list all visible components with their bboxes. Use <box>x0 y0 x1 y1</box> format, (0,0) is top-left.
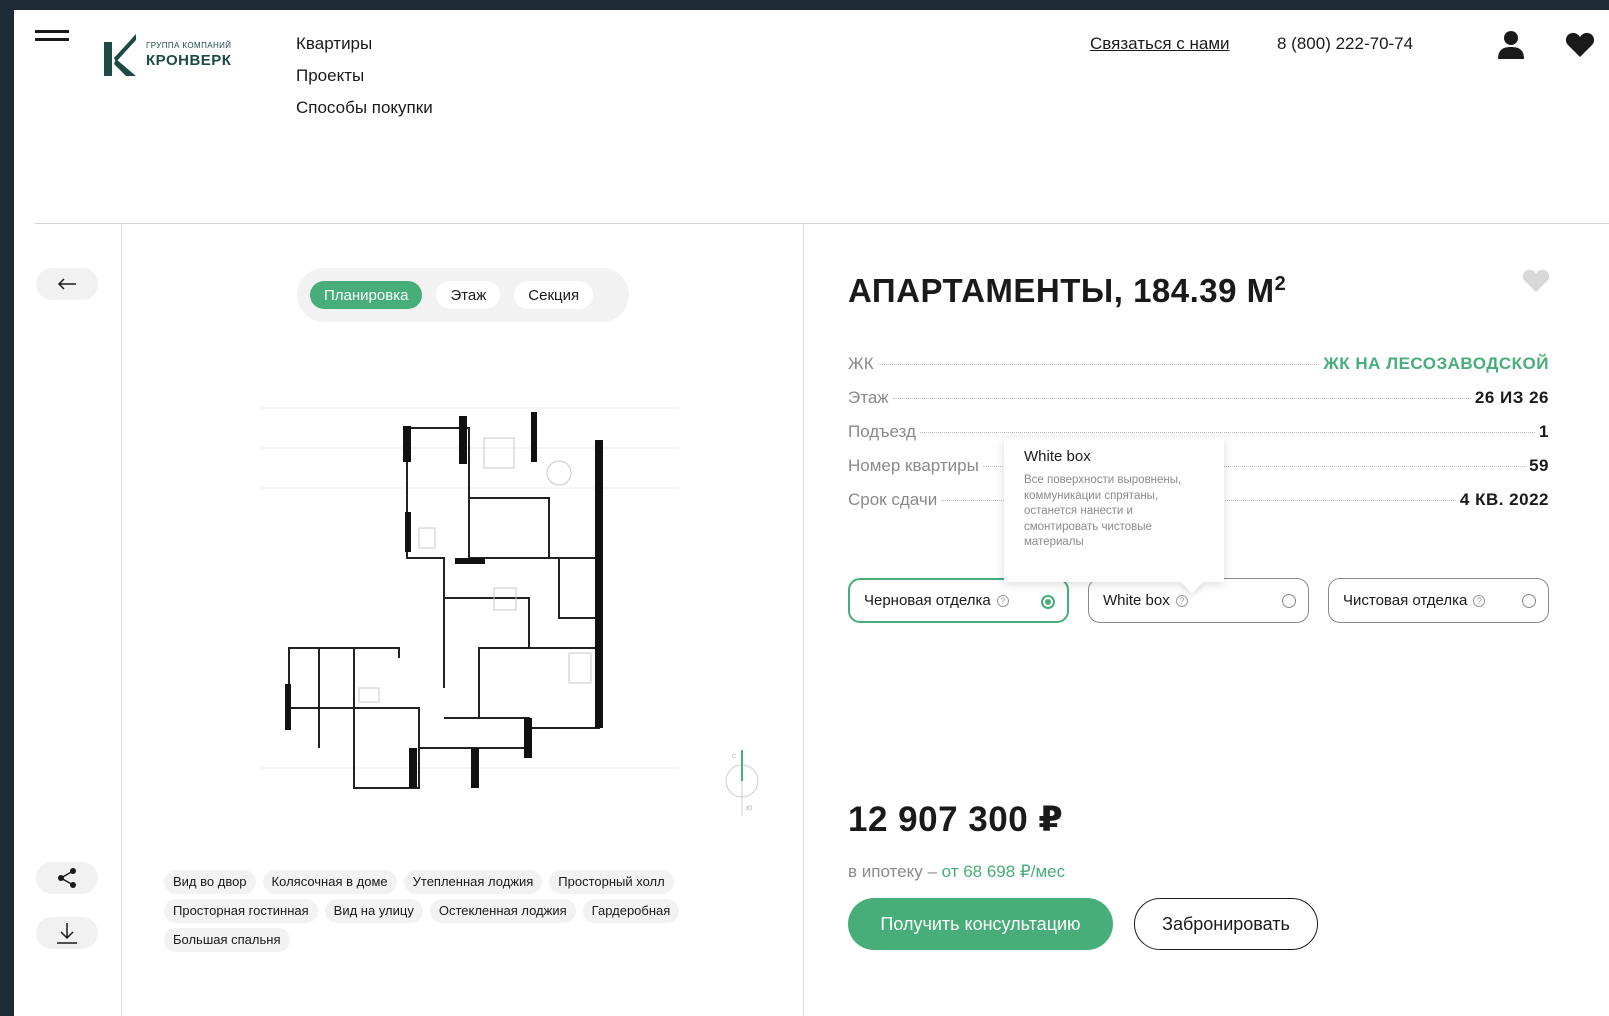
rail-divider <box>121 224 122 1016</box>
property-label: Номер квартиры <box>848 456 979 475</box>
compass-icon: С Ю <box>725 750 759 816</box>
property-label: Этаж <box>848 388 889 407</box>
arrow-left-icon <box>57 278 76 290</box>
finish-options: Черновая отделка ? White box ? Чистовая … <box>848 578 1568 623</box>
tag: Просторный холл <box>549 870 674 894</box>
tooltip-title: White box <box>1024 448 1091 465</box>
logo-title: КРОНВЕРК <box>146 52 232 69</box>
share-icon <box>58 868 76 888</box>
phone-number[interactable]: 8 (800) 222-70-74 <box>1277 34 1413 54</box>
app-window: ГРУППА КОМПАНИЙ КРОНВЕРК Квартиры Проект… <box>14 10 1609 1016</box>
property-label: ЖК <box>848 354 874 373</box>
apartment-title-text: АПАРТАМЕНТЫ, 184.39 М <box>848 272 1275 309</box>
property-label: Срок сдачи <box>848 490 938 509</box>
center-divider <box>803 224 804 1016</box>
tag: Гардеробная <box>582 899 680 923</box>
logo-subtitle: ГРУППА КОМПАНИЙ <box>146 41 232 50</box>
main-nav: Квартиры Проекты Способы покупки <box>296 34 433 130</box>
tab-layout[interactable]: Планировка <box>310 281 423 309</box>
svg-text:С: С <box>732 753 736 760</box>
mortgage-prefix: в ипотеку – <box>848 862 942 881</box>
finish-option-rough[interactable]: Черновая отделка ? <box>848 578 1069 623</box>
tab-section[interactable]: Секция <box>514 281 594 309</box>
tooltip-text: Все поверхности выровнены, коммуникации … <box>1024 474 1182 548</box>
property-label: Подъезд <box>848 422 916 441</box>
tag: Колясочная в доме <box>262 870 397 894</box>
tag: Просторная гостинная <box>164 899 318 923</box>
finish-label: Чистовая отделка <box>1343 592 1468 609</box>
book-button[interactable]: Забронировать <box>1134 898 1318 950</box>
mortgage-amount[interactable]: от 68 698 ₽/мес <box>942 862 1066 881</box>
property-value: 26 ИЗ 26 <box>1474 388 1549 407</box>
help-icon[interactable]: ? <box>996 594 1009 607</box>
property-value: 4 КВ. 2022 <box>1459 490 1549 509</box>
plan-view-tabs: Планировка Этаж Секция <box>297 268 629 322</box>
radio-icon[interactable] <box>1522 594 1536 608</box>
finish-label: Черновая отделка <box>864 592 991 609</box>
apartment-title-sup: 2 <box>1274 273 1287 295</box>
contact-link[interactable]: Связаться с нами <box>1090 34 1230 54</box>
finish-label: White box <box>1103 592 1170 609</box>
nav-item-projects[interactable]: Проекты <box>296 66 433 86</box>
radio-selected-icon[interactable] <box>1041 595 1055 609</box>
price: 12 907 300 ₽ <box>848 800 1064 839</box>
download-button[interactable] <box>36 917 98 949</box>
share-button[interactable] <box>36 862 98 894</box>
property-value: 1 <box>1539 422 1549 441</box>
mortgage-info: в ипотеку – от 68 698 ₽/мес <box>848 862 1065 882</box>
consultation-button[interactable]: Получить консультацию <box>848 898 1113 950</box>
nav-item-apartments[interactable]: Квартиры <box>296 34 433 54</box>
floor-plan-image <box>259 407 679 789</box>
menu-burger-icon[interactable] <box>35 30 69 44</box>
company-logo[interactable]: ГРУППА КОМПАНИЙ КРОНВЕРК <box>102 32 231 78</box>
property-row: ЖК ЖК НА ЛЕСОЗАВОДСКОЙ <box>848 354 1549 388</box>
download-icon <box>57 923 77 944</box>
add-favorite-heart-icon[interactable] <box>1522 268 1550 294</box>
radio-icon[interactable] <box>1282 594 1296 608</box>
tab-floor[interactable]: Этаж <box>436 281 501 309</box>
help-icon[interactable]: ? <box>1175 594 1188 607</box>
logo-k-icon <box>104 34 136 76</box>
user-icon[interactable] <box>1497 30 1525 60</box>
nav-item-purchase-methods[interactable]: Способы покупки <box>296 98 433 118</box>
apartment-title: АПАРТАМЕНТЫ, 184.39 М2 <box>848 272 1286 310</box>
tag: Большая спальня <box>164 928 290 952</box>
back-button[interactable] <box>36 268 98 300</box>
tag: Вид во двор <box>164 870 256 894</box>
header-divider <box>35 223 1609 224</box>
favorites-heart-icon[interactable] <box>1565 32 1595 58</box>
white-box-tooltip: White box Все поверхности выровнены, ком… <box>1004 438 1224 594</box>
tag: Остекленная лоджия <box>429 899 576 923</box>
tag: Утепленная лоджия <box>403 870 543 894</box>
svg-text:Ю: Ю <box>746 805 753 812</box>
tag: Вид на улицу <box>324 899 423 923</box>
complex-link[interactable]: ЖК НА ЛЕСОЗАВОДСКОЙ <box>1323 354 1549 374</box>
finish-option-fine[interactable]: Чистовая отделка ? <box>1328 578 1549 623</box>
feature-tags: Вид во двор Колясочная в доме Утепленная… <box>164 870 764 957</box>
property-value: 59 <box>1529 456 1549 475</box>
property-row: Этаж 26 ИЗ 26 <box>848 388 1549 422</box>
help-icon[interactable]: ? <box>1473 594 1486 607</box>
